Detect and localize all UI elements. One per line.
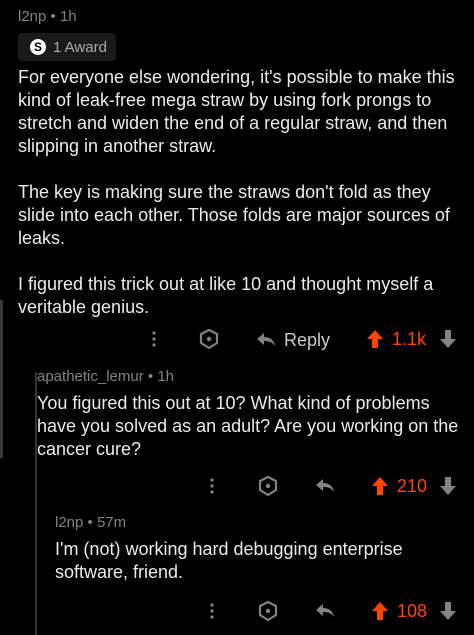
- downvote-icon[interactable]: [438, 600, 458, 622]
- comment-body: For everyone else wondering, it's possib…: [18, 66, 468, 319]
- reply-arrow-icon: [256, 332, 276, 348]
- award-icon[interactable]: [197, 327, 221, 351]
- award-badge[interactable]: S 1 Award: [18, 33, 116, 61]
- reply-button[interactable]: Reply: [256, 327, 336, 353]
- award-label: 1 Award: [53, 38, 107, 56]
- upvote-icon[interactable]: [370, 475, 390, 497]
- score-count: 210: [397, 476, 428, 496]
- reply-arrow-icon[interactable]: [314, 602, 336, 620]
- score-count: 1.1k: [392, 329, 427, 349]
- comment-paragraph: The key is making sure the straws don't …: [18, 182, 450, 248]
- thread-line-left: [0, 300, 3, 458]
- upvote-icon[interactable]: [370, 600, 390, 622]
- comment-paragraph: For everyone else wondering, it's possib…: [18, 67, 455, 156]
- award-icon[interactable]: [256, 474, 280, 498]
- comment-paragraph: I figured this trick out at like 10 and …: [18, 274, 434, 317]
- reply-label: Reply: [284, 329, 331, 350]
- award-coin-icon: S: [30, 39, 46, 55]
- score-count: 108: [397, 601, 428, 621]
- comment-meta: apathetic_lemur • 1h: [37, 368, 174, 385]
- comment-body: I'm (not) working hard debugging enterpr…: [55, 539, 403, 582]
- comment-meta: l2np • 1h: [18, 8, 77, 25]
- more-options-icon[interactable]: [144, 327, 164, 351]
- award-icon[interactable]: [256, 599, 280, 623]
- downvote-icon[interactable]: [438, 475, 458, 497]
- reply-arrow-icon[interactable]: [314, 477, 336, 495]
- downvote-icon[interactable]: [438, 328, 458, 350]
- comment-meta: l2np • 57m: [55, 514, 127, 531]
- upvote-icon[interactable]: [365, 328, 385, 350]
- more-options-icon[interactable]: [202, 599, 222, 623]
- comment-body: You figured this out at 10? What kind of…: [37, 393, 459, 459]
- more-options-icon[interactable]: [202, 474, 222, 498]
